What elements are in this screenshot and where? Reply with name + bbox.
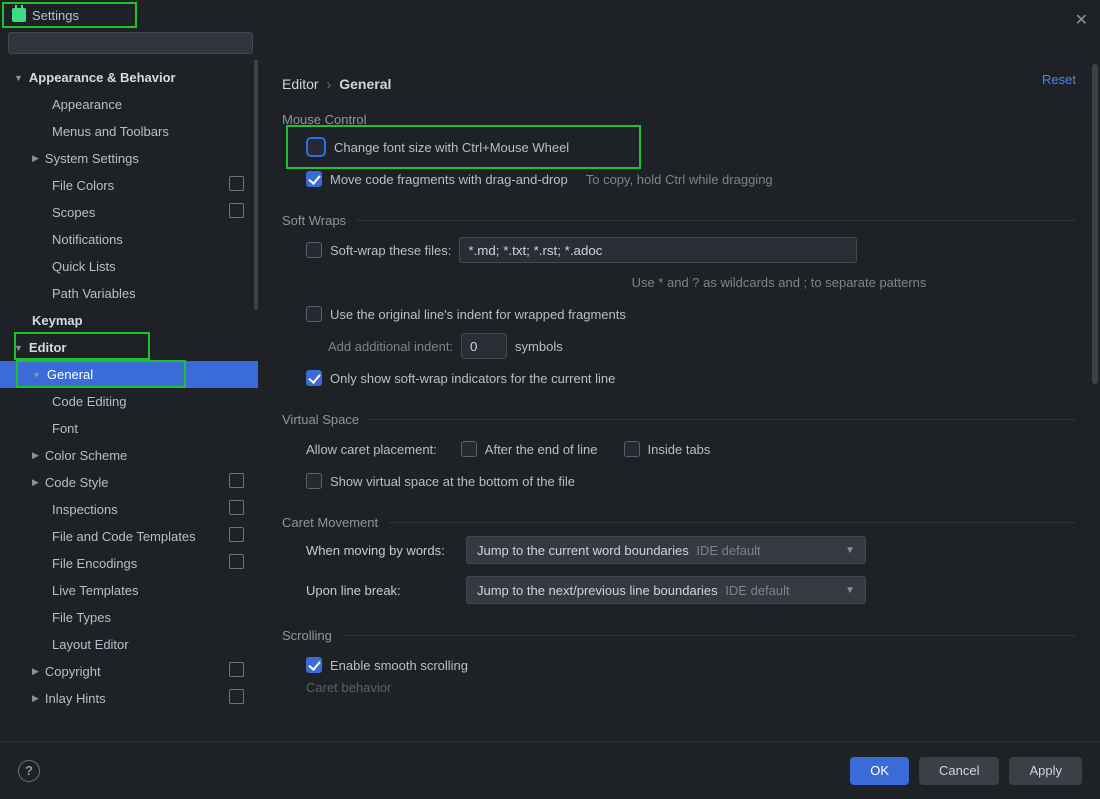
sidebar-item-notifications[interactable]: Notifications (0, 226, 258, 253)
sidebar-item-copyright[interactable]: Copyright (0, 658, 258, 685)
label-inside-tabs: Inside tabs (648, 442, 711, 457)
hint-drag-drop: To copy, hold Ctrl while dragging (586, 172, 773, 187)
checkbox-virtual-bottom[interactable] (306, 473, 322, 489)
sidebar-item-path-variables[interactable]: Path Variables (0, 280, 258, 307)
content-scrollbar[interactable] (1092, 64, 1098, 384)
section-scrolling: Scrolling (282, 628, 332, 643)
sidebar-item-code-editing[interactable]: Code Editing (0, 388, 258, 415)
help-button[interactable]: ? (18, 760, 40, 782)
project-scope-icon (231, 502, 244, 515)
sidebar-item-file-encodings[interactable]: File Encodings (0, 550, 258, 577)
label-upon-line-break: Upon line break: (306, 583, 456, 598)
checkbox-original-indent[interactable] (306, 306, 322, 322)
section-mouse-control: Mouse Control (282, 112, 1076, 127)
checkbox-change-font-size[interactable] (306, 137, 326, 157)
sidebar-item-layout-editor[interactable]: Layout Editor (0, 631, 258, 658)
project-scope-icon (231, 475, 244, 488)
section-soft-wraps: Soft Wraps (282, 213, 346, 228)
sidebar-item-appearance[interactable]: Appearance (0, 91, 258, 118)
sidebar-item-inlay-hints[interactable]: Inlay Hints (0, 685, 258, 712)
chevron-right-icon: › (327, 76, 332, 92)
sidebar-item-general[interactable]: General (0, 361, 258, 388)
label-original-indent: Use the original line's indent for wrapp… (330, 307, 626, 322)
android-icon (12, 8, 26, 22)
content-panel: Editor › General Reset Mouse Control Cha… (258, 60, 1100, 766)
input-additional-indent[interactable] (461, 333, 507, 359)
sidebar-item-editor[interactable]: Editor (0, 334, 258, 361)
chevron-down-icon: ▼ (845, 585, 855, 596)
label-allow-caret: Allow caret placement: (306, 442, 437, 457)
checkbox-smooth-scroll[interactable] (306, 657, 322, 673)
label-softwrap-indicators: Only show soft-wrap indicators for the c… (330, 371, 615, 386)
label-additional-indent: Add additional indent: (328, 339, 453, 354)
label-soft-wrap-files: Soft-wrap these files: (330, 243, 451, 258)
label-smooth-scroll: Enable smooth scrolling (330, 658, 468, 673)
label-virtual-bottom: Show virtual space at the bottom of the … (330, 474, 575, 489)
sidebar-item-file-types[interactable]: File Types (0, 604, 258, 631)
ok-button[interactable]: OK (850, 757, 909, 785)
sidebar-item-font[interactable]: Font (0, 415, 258, 442)
label-indent-symbols: symbols (515, 339, 563, 354)
breadcrumb-current: General (339, 76, 391, 92)
close-icon[interactable]: ✕ (1075, 10, 1088, 30)
hint-wildcards: Use * and ? as wildcards and ; to separa… (632, 275, 927, 290)
project-scope-icon (231, 556, 244, 569)
section-caret-movement: Caret Movement (282, 515, 378, 530)
titlebar: Settings (2, 2, 137, 28)
label-drag-drop: Move code fragments with drag-and-drop (330, 172, 568, 187)
cancel-button[interactable]: Cancel (919, 757, 999, 785)
window-title: Settings (32, 8, 79, 23)
project-scope-icon (231, 691, 244, 704)
sidebar-item-menus-toolbars[interactable]: Menus and Toolbars (0, 118, 258, 145)
sidebar-item-code-style[interactable]: Code Style (0, 469, 258, 496)
label-moving-by-words: When moving by words: (306, 543, 456, 558)
label-after-eol: After the end of line (485, 442, 598, 457)
sidebar-item-keymap[interactable]: Keymap (0, 307, 258, 334)
sidebar-item-file-colors[interactable]: File Colors (0, 172, 258, 199)
sidebar-item-file-code-templates[interactable]: File and Code Templates (0, 523, 258, 550)
label-caret-behavior-cut: Caret behavior (306, 681, 391, 693)
sidebar-item-color-scheme[interactable]: Color Scheme (0, 442, 258, 469)
sidebar: Appearance & Behavior Appearance Menus a… (0, 60, 258, 766)
project-scope-icon (231, 664, 244, 677)
label-change-font-size: Change font size with Ctrl+Mouse Wheel (334, 140, 569, 155)
checkbox-drag-drop[interactable] (306, 171, 322, 187)
search-input[interactable] (8, 32, 253, 54)
checkbox-softwrap-indicators[interactable] (306, 370, 322, 386)
sidebar-item-scopes[interactable]: Scopes (0, 199, 258, 226)
reset-link[interactable]: Reset (1042, 72, 1076, 87)
select-moving-by-words[interactable]: Jump to the current word boundaries IDE … (466, 536, 866, 564)
project-scope-icon (231, 205, 244, 218)
sidebar-item-live-templates[interactable]: Live Templates (0, 577, 258, 604)
footer: ? OK Cancel Apply (0, 741, 1100, 799)
project-scope-icon (231, 178, 244, 191)
select-upon-line-break[interactable]: Jump to the next/previous line boundarie… (466, 576, 866, 604)
checkbox-inside-tabs[interactable] (624, 441, 640, 457)
sidebar-item-appearance-behavior[interactable]: Appearance & Behavior (0, 64, 258, 91)
breadcrumb-root[interactable]: Editor (282, 76, 319, 92)
checkbox-soft-wrap-files[interactable] (306, 242, 322, 258)
input-soft-wrap-patterns[interactable] (459, 237, 857, 263)
project-scope-icon (231, 529, 244, 542)
sidebar-item-system-settings[interactable]: System Settings (0, 145, 258, 172)
breadcrumb: Editor › General (282, 70, 1076, 98)
section-virtual-space: Virtual Space (282, 412, 359, 427)
chevron-down-icon: ▼ (845, 545, 855, 556)
sidebar-item-inspections[interactable]: Inspections (0, 496, 258, 523)
sidebar-item-quick-lists[interactable]: Quick Lists (0, 253, 258, 280)
checkbox-after-eol[interactable] (461, 441, 477, 457)
apply-button[interactable]: Apply (1009, 757, 1082, 785)
